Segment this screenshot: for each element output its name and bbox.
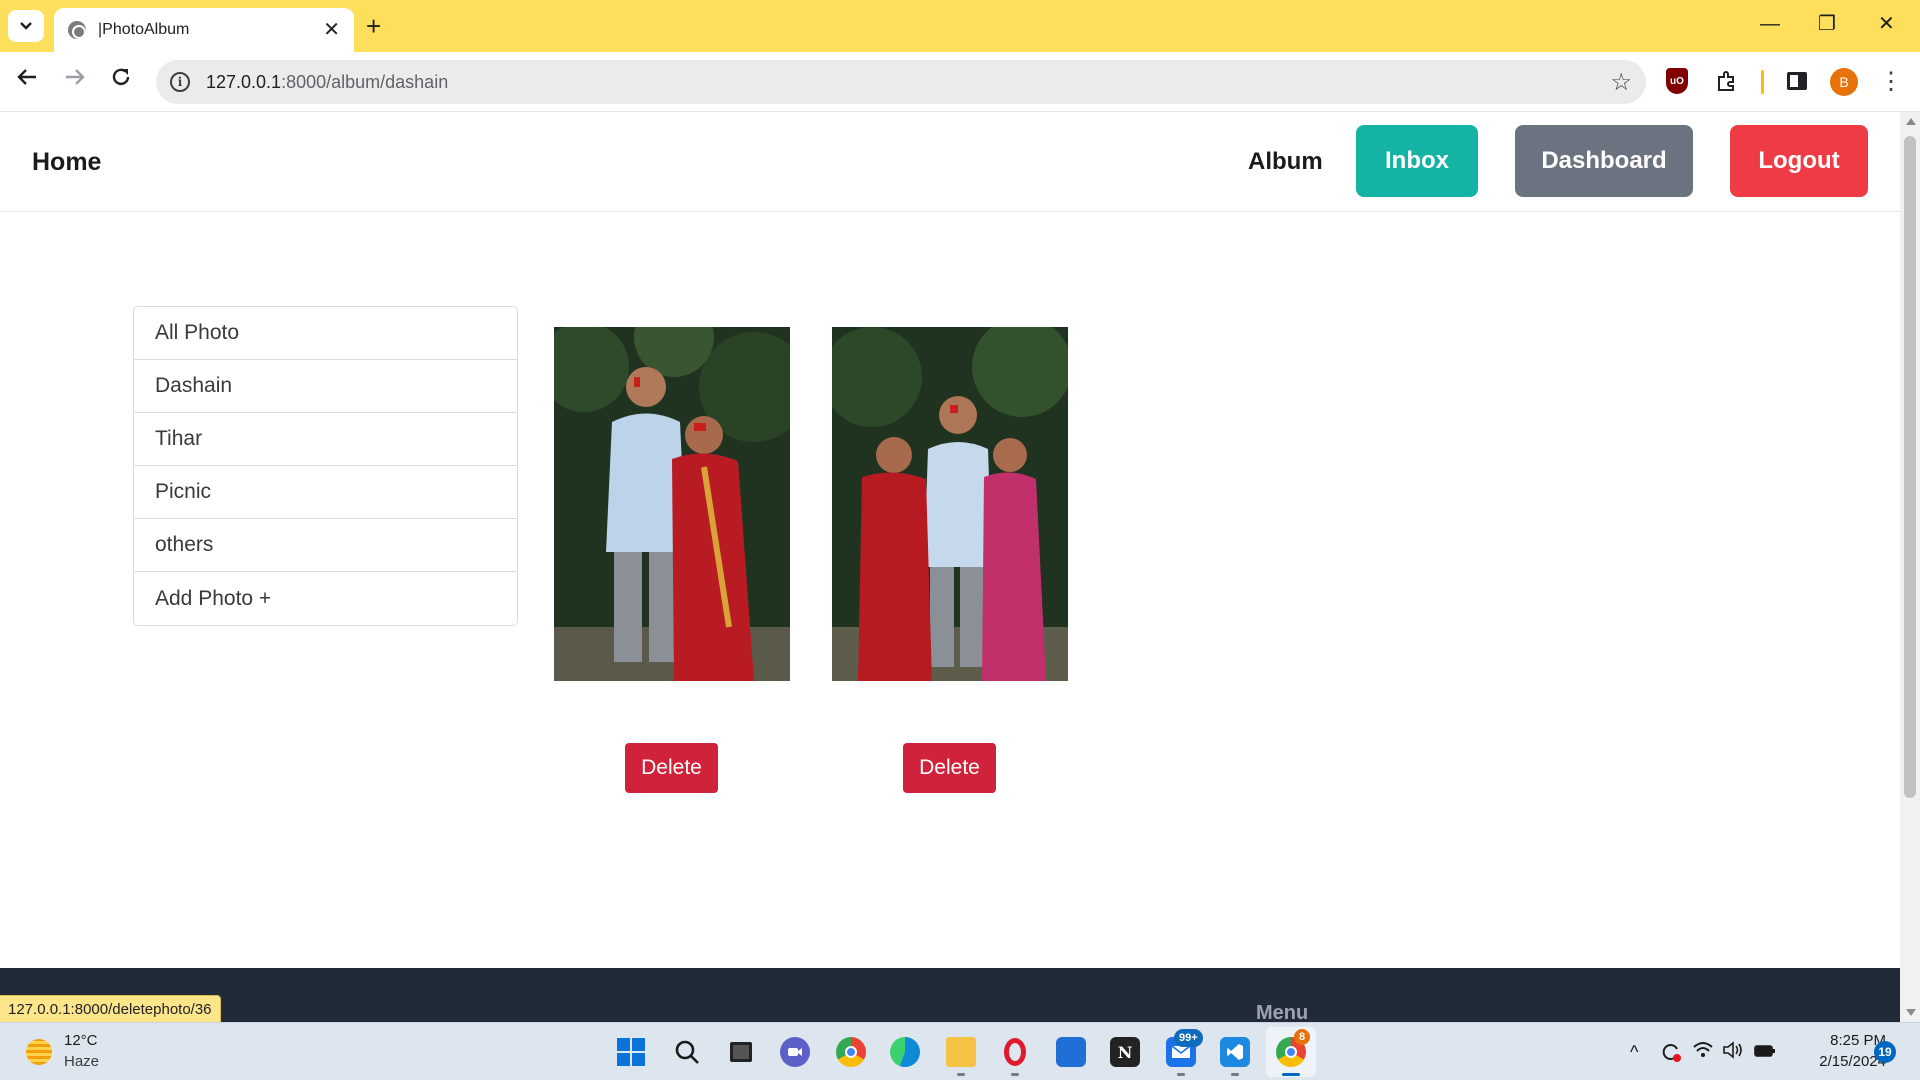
- photo-image: [832, 327, 1068, 681]
- photo-image: [554, 327, 790, 681]
- extensions-puzzle-icon[interactable]: [1712, 66, 1742, 96]
- address-bar[interactable]: i 127.0.0.1:8000/album/dashain ☆: [156, 60, 1646, 104]
- category-others[interactable]: others: [134, 519, 517, 572]
- windows-start-icon[interactable]: [616, 1037, 646, 1067]
- back-button[interactable]: [16, 66, 38, 96]
- tab-close-button[interactable]: ✕: [323, 20, 340, 40]
- scroll-up-arrow[interactable]: [1906, 118, 1916, 125]
- minimize-button[interactable]: —: [1760, 12, 1780, 36]
- album-photo: [554, 327, 790, 681]
- running-indicator: [1177, 1073, 1185, 1076]
- category-tihar[interactable]: Tihar: [134, 413, 517, 466]
- weather-temperature[interactable]: 12°C: [64, 1032, 98, 1049]
- search-icon[interactable]: [672, 1037, 702, 1067]
- bookmark-star-icon[interactable]: ☆: [1610, 68, 1632, 97]
- opera-icon[interactable]: [1000, 1037, 1030, 1067]
- new-tab-button[interactable]: +: [366, 12, 381, 40]
- vscode-logo-icon: [1227, 1044, 1243, 1060]
- tab-search-button[interactable]: [8, 10, 44, 42]
- refresh-alert-icon: [1662, 1044, 1681, 1062]
- delete-photo-button[interactable]: Delete: [903, 743, 996, 793]
- task-view-icon[interactable]: [726, 1037, 756, 1067]
- wifi-signal-icon: [1693, 1042, 1713, 1057]
- site-footer: Menu: [0, 968, 1900, 1024]
- link-status-bubble: 127.0.0.1:8000/deletephoto/36: [0, 995, 221, 1022]
- edge-icon[interactable]: [890, 1037, 920, 1067]
- teams-chat-icon[interactable]: [780, 1037, 810, 1067]
- chrome-profile-badge: 8: [1294, 1029, 1310, 1045]
- vscode-icon[interactable]: [1220, 1037, 1250, 1067]
- site-navbar: Home Album Inbox Dashboard Logout: [0, 112, 1900, 212]
- browser-titlebar: |PhotoAlbum ✕ + — ❐ ✕: [0, 0, 1920, 52]
- reload-icon: [112, 68, 130, 86]
- camera-icon: [788, 1048, 802, 1056]
- restore-button[interactable]: ❐: [1818, 12, 1836, 36]
- globe-icon: [68, 21, 86, 39]
- puzzle-icon: [1718, 71, 1734, 91]
- inbox-button[interactable]: Inbox: [1356, 125, 1478, 197]
- scroll-thumb[interactable]: [1904, 136, 1916, 798]
- browser-toolbar: i 127.0.0.1:8000/album/dashain ☆ uO B ⋮: [0, 52, 1920, 112]
- chevron-down-icon: [20, 22, 32, 30]
- sync-icon[interactable]: [1660, 1041, 1682, 1068]
- arrow-left-icon: [17, 69, 36, 85]
- home-link[interactable]: Home: [32, 148, 101, 177]
- category-picnic[interactable]: Picnic: [134, 466, 517, 519]
- album-photo: [832, 327, 1068, 681]
- wifi-icon[interactable]: [1692, 1041, 1714, 1064]
- reload-button[interactable]: [110, 66, 132, 96]
- notion-icon[interactable]: N: [1110, 1037, 1140, 1067]
- close-window-button[interactable]: ✕: [1878, 12, 1895, 36]
- browser-menu-icon[interactable]: ⋮: [1876, 66, 1906, 96]
- mail-unread-badge: 99+: [1174, 1029, 1203, 1047]
- weather-description[interactable]: Haze: [64, 1053, 99, 1070]
- magnifier-icon: [675, 1040, 699, 1064]
- toolbar-separator: [1761, 70, 1764, 94]
- running-indicator-active: [1282, 1073, 1300, 1076]
- forward-button[interactable]: [64, 66, 86, 96]
- category-dashain[interactable]: Dashain: [134, 360, 517, 413]
- speaker-icon: [1723, 1041, 1742, 1059]
- windows-taskbar: 12°C Haze N 99+ 8 ^ 8:25 PM 2/15/2024 19: [0, 1022, 1920, 1080]
- page-scrollbar[interactable]: [1900, 112, 1920, 1022]
- dashboard-button[interactable]: Dashboard: [1515, 125, 1693, 197]
- web-page: Home Album Inbox Dashboard Logout All Ph…: [0, 112, 1900, 1024]
- browser-tab[interactable]: |PhotoAlbum ✕: [54, 8, 354, 52]
- tab-title: |PhotoAlbum: [98, 21, 190, 38]
- battery-icon[interactable]: [1754, 1041, 1776, 1063]
- battery-charging-icon: [1754, 1045, 1775, 1057]
- chrome-icon[interactable]: [836, 1037, 866, 1067]
- running-indicator: [1011, 1073, 1019, 1076]
- envelope-icon: [1171, 1045, 1191, 1058]
- arrow-right-icon: [66, 69, 85, 85]
- haze-weather-icon[interactable]: [26, 1039, 52, 1065]
- category-all-photo[interactable]: All Photo: [134, 307, 517, 360]
- file-explorer-icon[interactable]: [946, 1037, 976, 1067]
- clock-date[interactable]: 2/15/2024: [1796, 1053, 1886, 1070]
- side-panel-icon[interactable]: [1782, 66, 1812, 96]
- notification-count-badge[interactable]: 19: [1874, 1041, 1896, 1063]
- delete-photo-button[interactable]: Delete: [625, 743, 718, 793]
- album-category-list: All Photo Dashain Tihar Picnic others Ad…: [133, 306, 518, 626]
- running-indicator: [1231, 1073, 1239, 1076]
- scroll-down-arrow[interactable]: [1906, 1009, 1916, 1016]
- album-link[interactable]: Album: [1248, 148, 1323, 176]
- info-icon[interactable]: i: [170, 72, 190, 92]
- microsoft-store-icon[interactable]: [1056, 1037, 1086, 1067]
- chevron-up-icon[interactable]: ^: [1630, 1041, 1638, 1063]
- volume-icon[interactable]: [1722, 1041, 1744, 1064]
- add-photo-link[interactable]: Add Photo +: [134, 572, 517, 625]
- running-indicator: [957, 1073, 965, 1076]
- logout-button[interactable]: Logout: [1730, 125, 1868, 197]
- address-url: 127.0.0.1:8000/album/dashain: [206, 71, 449, 92]
- profile-avatar[interactable]: B: [1830, 68, 1858, 96]
- ublock-extension-icon[interactable]: uO: [1666, 68, 1688, 94]
